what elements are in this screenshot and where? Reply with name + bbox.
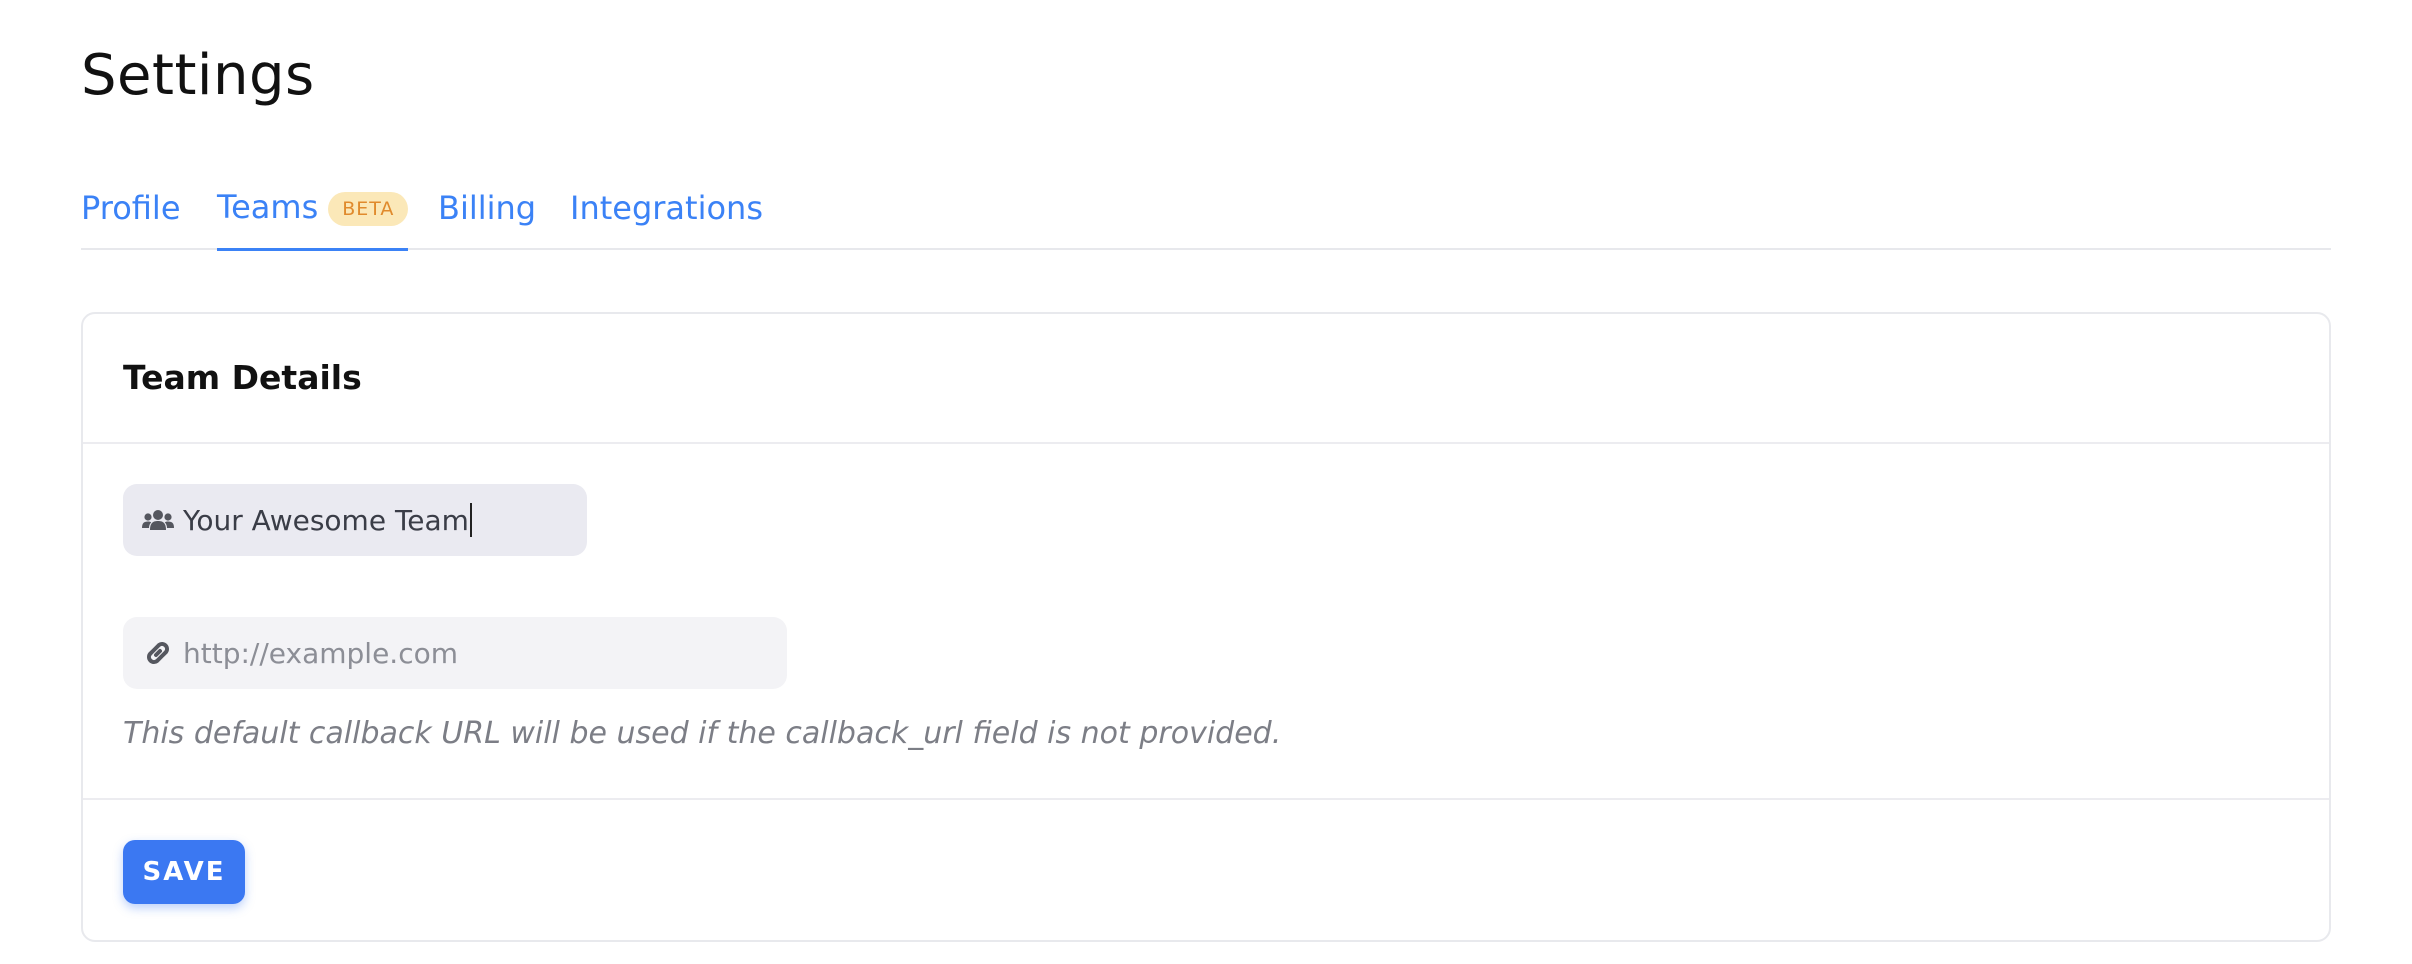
tab-billing-label: Billing [438,189,537,227]
tab-teams-label: Teams [217,188,319,226]
tab-profile[interactable]: Profile [81,170,181,250]
card-header: Team Details [83,314,2329,444]
callback-helper-text: This default callback URL will be used i… [123,716,1282,751]
tab-integrations-label: Integrations [570,189,763,227]
team-name-value: Your Awesome Team [183,503,469,537]
callback-url-input[interactable] [183,623,583,683]
link-icon [141,636,175,670]
team-details-card: Team Details Your Awesome Team http://ex… [81,312,2331,942]
tab-teams[interactable]: Teams BETA [217,170,409,251]
users-icon [141,503,175,537]
tab-integrations[interactable]: Integrations [570,170,763,250]
card-title: Team Details [123,358,362,397]
beta-badge: BETA [328,192,409,226]
page-title: Settings [81,43,315,108]
team-name-field[interactable]: Your Awesome Team [123,484,587,556]
settings-page: Settings Profile Teams BETA Billing Inte… [0,0,2412,964]
card-footer: SAVE [83,798,2329,942]
tab-billing[interactable]: Billing [438,170,536,250]
text-caret [469,503,472,537]
save-button[interactable]: SAVE [123,840,245,904]
callback-url-field[interactable] [123,617,787,689]
settings-tabs: Profile Teams BETA Billing Integrations [81,170,2331,251]
tab-profile-label: Profile [81,189,181,227]
team-name-input[interactable]: Your Awesome Team [183,503,472,537]
